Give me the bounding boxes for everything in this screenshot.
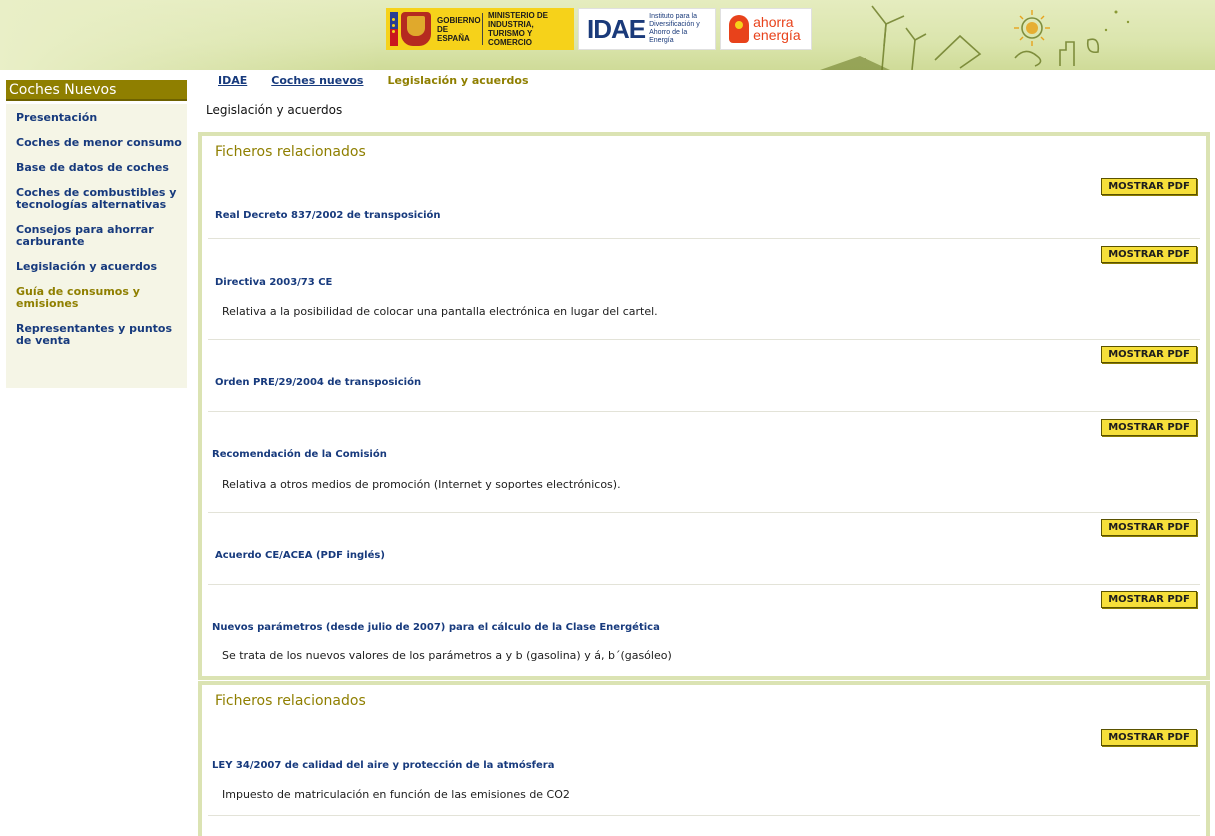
logo-strip: GOBIERNO DE ESPAÑA MINISTERIO DE INDUSTR… (386, 8, 812, 50)
breadcrumb: IDAE Coches nuevos Legislación y acuerdo… (218, 74, 529, 87)
header-fade (0, 0, 380, 70)
gobierno-logo[interactable]: GOBIERNO DE ESPAÑA MINISTERIO DE INDUSTR… (386, 8, 574, 50)
file-entry: MOSTRAR PDF Real Decreto 837/2002 de tra… (208, 166, 1200, 239)
energia-word: energía (753, 27, 801, 43)
file-entry: MOSTRAR PDF Nuevos parámetros (desde jul… (208, 585, 1200, 676)
sidebar-item-guia-consumos[interactable]: Guía de consumos y emisiones (16, 286, 183, 310)
document-description: Relativa a otros medios de promoción (In… (222, 478, 621, 491)
sidebar-item-legislacion[interactable]: Legislación y acuerdos (16, 261, 183, 273)
show-pdf-button[interactable]: MOSTRAR PDF (1101, 519, 1197, 536)
file-entry: MOSTRAR PDF Directiva 2003/73 CE Relativ… (208, 239, 1200, 340)
show-pdf-button[interactable]: MOSTRAR PDF (1101, 591, 1197, 608)
idae-logo[interactable]: IDAE Instituto para la Diversificación y… (578, 8, 717, 50)
document-description: Relativa a la posibilidad de colocar una… (222, 305, 658, 318)
file-entry: MOSTRAR PDF Acuerdo CE/ACEA (PDF inglés) (208, 513, 1200, 585)
document-link[interactable]: Nuevos parámetros (desde julio de 2007) … (212, 622, 660, 633)
eu-flag-icon (390, 12, 398, 46)
logo-divider (482, 13, 483, 45)
sidebar-item-coches-menor-consumo[interactable]: Coches de menor consumo (16, 137, 183, 149)
sidebar-item-representantes[interactable]: Representantes y puntos de venta (16, 323, 183, 347)
renewables-illustration-icon (820, 5, 1130, 70)
sidebar: Coches Nuevos Presentación Coches de men… (6, 80, 187, 388)
show-pdf-button[interactable]: MOSTRAR PDF (1101, 178, 1197, 195)
sidebar-title: Coches Nuevos (6, 80, 187, 101)
file-entry: MOSTRAR PDF LEY 34/2007 de calidad del a… (208, 715, 1200, 816)
page-title: Legislación y acuerdos (206, 103, 343, 117)
document-link[interactable]: Recomendación de la Comisión (212, 449, 387, 460)
show-pdf-button[interactable]: MOSTRAR PDF (1101, 246, 1197, 263)
sidebar-item-presentacion[interactable]: Presentación (16, 112, 183, 124)
panel-title: Ficheros relacionados (215, 693, 366, 709)
related-files-panel: Ficheros relacionados MOSTRAR PDF Real D… (198, 132, 1210, 680)
sidebar-menu: Presentación Coches de menor consumo Bas… (6, 104, 187, 388)
related-files-panel: Ficheros relacionados MOSTRAR PDF LEY 34… (198, 681, 1210, 836)
document-link[interactable]: Orden PRE/29/2004 de transposición (215, 377, 421, 388)
bulb-icon (729, 15, 750, 43)
document-description: Impuesto de matriculación en función de … (222, 788, 570, 801)
show-pdf-button[interactable]: MOSTRAR PDF (1101, 419, 1197, 436)
panel-title: Ficheros relacionados (215, 144, 366, 160)
file-entry: MOSTRAR PDF Orden PRE/29/2004 de transpo… (208, 340, 1200, 412)
breadcrumb-link-coches-nuevos[interactable]: Coches nuevos (271, 74, 363, 87)
sidebar-item-combustibles-alternativos[interactable]: Coches de combustibles y tecnologías alt… (16, 187, 183, 211)
site-header: GOBIERNO DE ESPAÑA MINISTERIO DE INDUSTR… (0, 0, 1215, 70)
document-link[interactable]: Real Decreto 837/2002 de transposición (215, 210, 441, 221)
gobierno-text: GOBIERNO DE ESPAÑA (437, 15, 481, 43)
document-link[interactable]: LEY 34/2007 de calidad del aire y protec… (212, 760, 554, 771)
ministerio-text: MINISTERIO DE INDUSTRIA, TURISMO Y COMER… (488, 11, 549, 47)
document-description: Se trata de los nuevos valores de los pa… (222, 649, 672, 662)
document-link[interactable]: Acuerdo CE/ACEA (PDF inglés) (215, 550, 385, 561)
file-entry: MOSTRAR PDF Recomendación de la Comisión… (208, 412, 1200, 513)
breadcrumb-current: Legislación y acuerdos (387, 74, 529, 87)
idae-logo-subtitle: Instituto para la Diversificación y Ahor… (649, 13, 700, 44)
idae-logo-text: IDAE (587, 13, 646, 44)
ahorra-energia-text: ahorra energía (753, 15, 806, 43)
document-link[interactable]: Directiva 2003/73 CE (215, 277, 332, 288)
show-pdf-button[interactable]: MOSTRAR PDF (1101, 346, 1197, 363)
sidebar-item-base-datos-coches[interactable]: Base de datos de coches (16, 162, 183, 174)
breadcrumb-link-idae[interactable]: IDAE (218, 74, 247, 87)
ahorra-energia-logo[interactable]: ahorra energía (720, 8, 812, 50)
show-pdf-button[interactable]: MOSTRAR PDF (1101, 729, 1197, 746)
coat-of-arms-icon (401, 12, 431, 46)
sidebar-item-consejos-ahorrar[interactable]: Consejos para ahorrar carburante (16, 224, 183, 248)
